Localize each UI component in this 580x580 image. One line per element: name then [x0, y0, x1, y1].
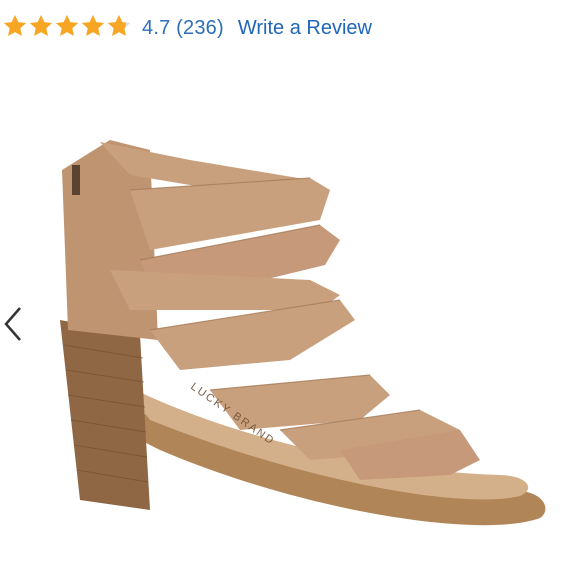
star-rating: [2, 13, 132, 43]
star-half-icon: [106, 13, 132, 39]
rating-count: (236): [176, 16, 224, 39]
write-review-link[interactable]: Write a Review: [238, 17, 372, 40]
rating-score-value: 4.7: [142, 16, 171, 39]
rating-bar: 4.7 (236) Write a Review: [0, 8, 580, 48]
product-image-carousel: LUCKY BRAND: [0, 60, 580, 580]
product-image: LUCKY BRAND: [40, 130, 560, 540]
star-icon: [2, 13, 28, 39]
chevron-left-icon[interactable]: [0, 302, 30, 346]
rating-score: 4.7 (236): [142, 17, 224, 40]
star-icon: [54, 13, 80, 39]
star-icon: [80, 13, 106, 39]
star-icon: [28, 13, 54, 39]
